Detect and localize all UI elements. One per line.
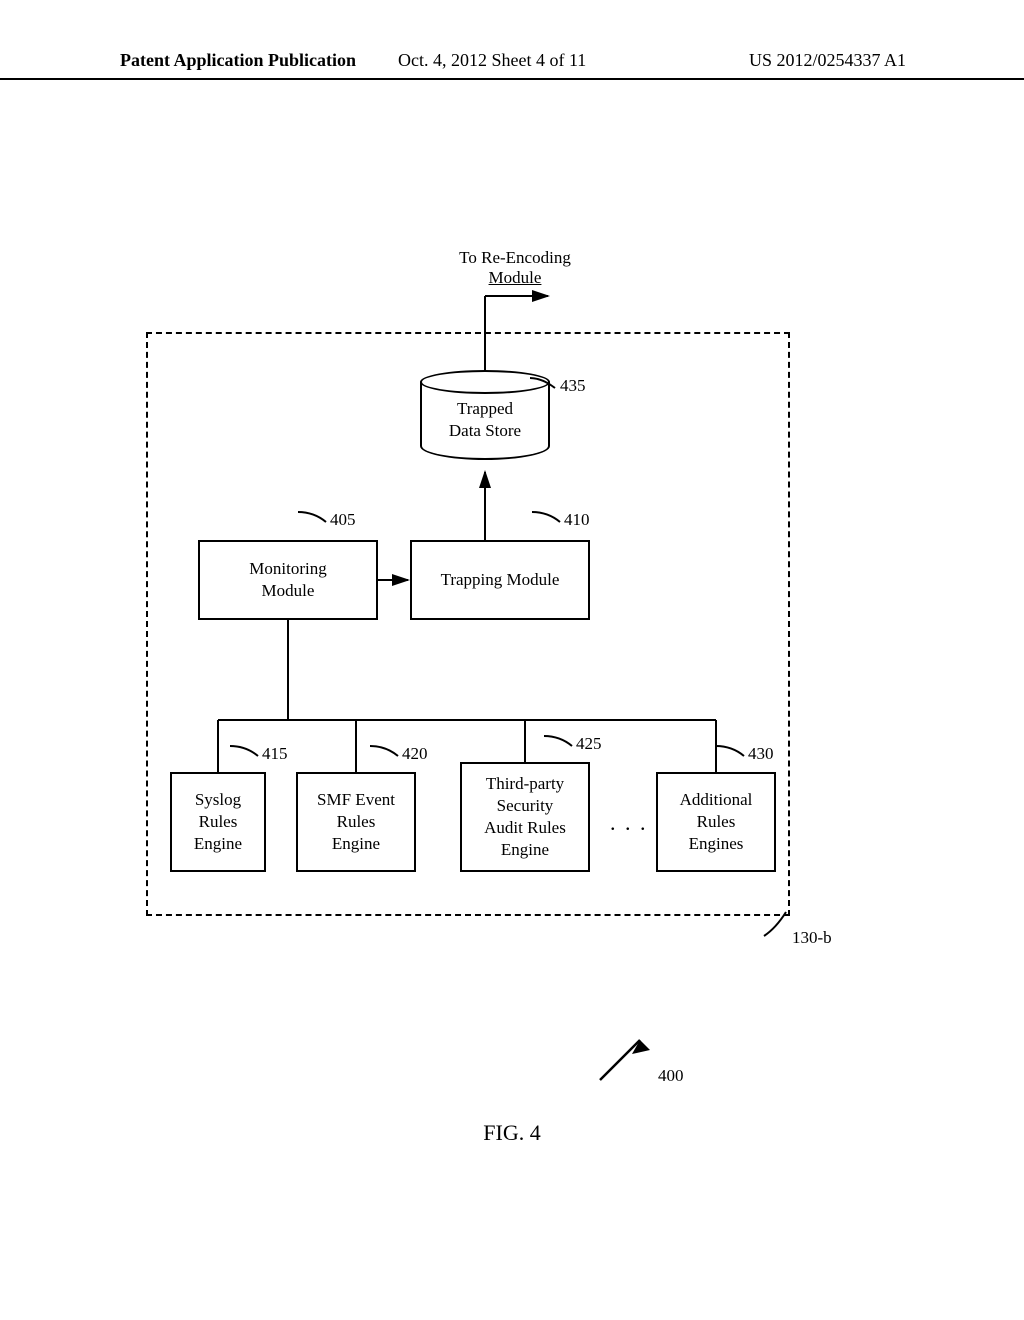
- page: Patent Application Publication Oct. 4, 2…: [0, 0, 1024, 1320]
- diagram: To Re-Encoding Module Trapped Data Store…: [0, 0, 1024, 1320]
- ref-410: 410: [564, 510, 590, 530]
- ref-430: 430: [748, 744, 774, 764]
- ref-400: 400: [658, 1066, 684, 1086]
- ref-435: 435: [560, 376, 586, 396]
- figure-caption: FIG. 4: [0, 1120, 1024, 1146]
- ref-405: 405: [330, 510, 356, 530]
- ref-415: 415: [262, 744, 288, 764]
- ref-130b: 130-b: [792, 928, 832, 948]
- ref-425: 425: [576, 734, 602, 754]
- ref-420: 420: [402, 744, 428, 764]
